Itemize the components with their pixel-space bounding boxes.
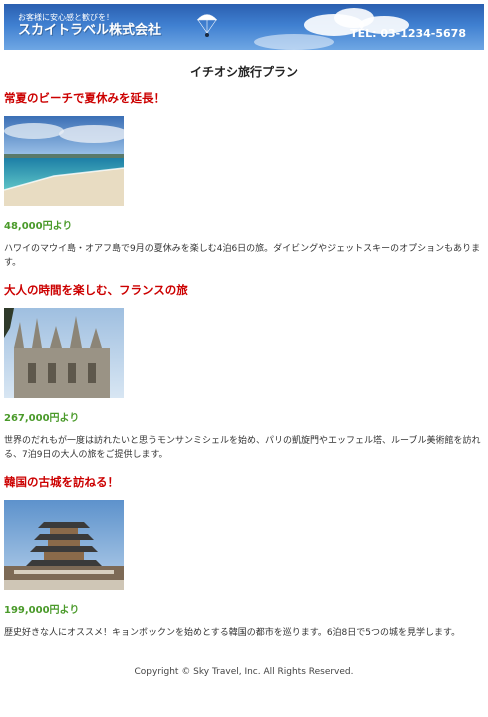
plan-price: 199,000円より	[4, 605, 80, 616]
plan-title: 韓国の古城を訪ねる！	[4, 475, 119, 489]
page-title: イチオシ旅行プラン	[189, 65, 298, 79]
company-name: スカイトラベル株式会社	[18, 23, 162, 38]
plan-price: 48,000円より	[4, 221, 73, 232]
footer-copyright: Copyright © Sky Travel, Inc. All Rights …	[134, 667, 354, 677]
plan-description: ハワイのマウイ島・オアフ島で9月の夏休みを楽しむ4泊6日の旅。ダイビングやジェッ…	[4, 244, 481, 268]
cathedral-photo	[4, 308, 124, 398]
plan-price: 267,000円より	[4, 413, 80, 424]
plan-title: 大人の時間を楽しむ、フランスの旅	[4, 283, 188, 297]
cloud-decoration	[254, 34, 334, 50]
header-tagline: お客様に安心感と歓びを！	[18, 13, 114, 22]
header-banner: お客様に安心感と歓びを！ スカイトラベル株式会社 TEL: 03-1234-56…	[4, 4, 484, 50]
beach-photo	[4, 116, 124, 206]
palace-photo	[4, 500, 124, 590]
header-tel: TEL: 03-1234-5678	[350, 27, 466, 40]
plan-description: 世界のだれもが一度は訪れたいと思うモンサンミシェルを始め、パリの凱旋門やエッフェ…	[4, 436, 481, 460]
plan-description: 歴史好きな人にオススメ！キョンボックンを始めとする韓国の都市を巡ります。6泊8日…	[4, 628, 461, 638]
plan-title: 常夏のビーチで夏休みを延長！	[4, 91, 165, 105]
parachute-icon	[196, 14, 218, 37]
